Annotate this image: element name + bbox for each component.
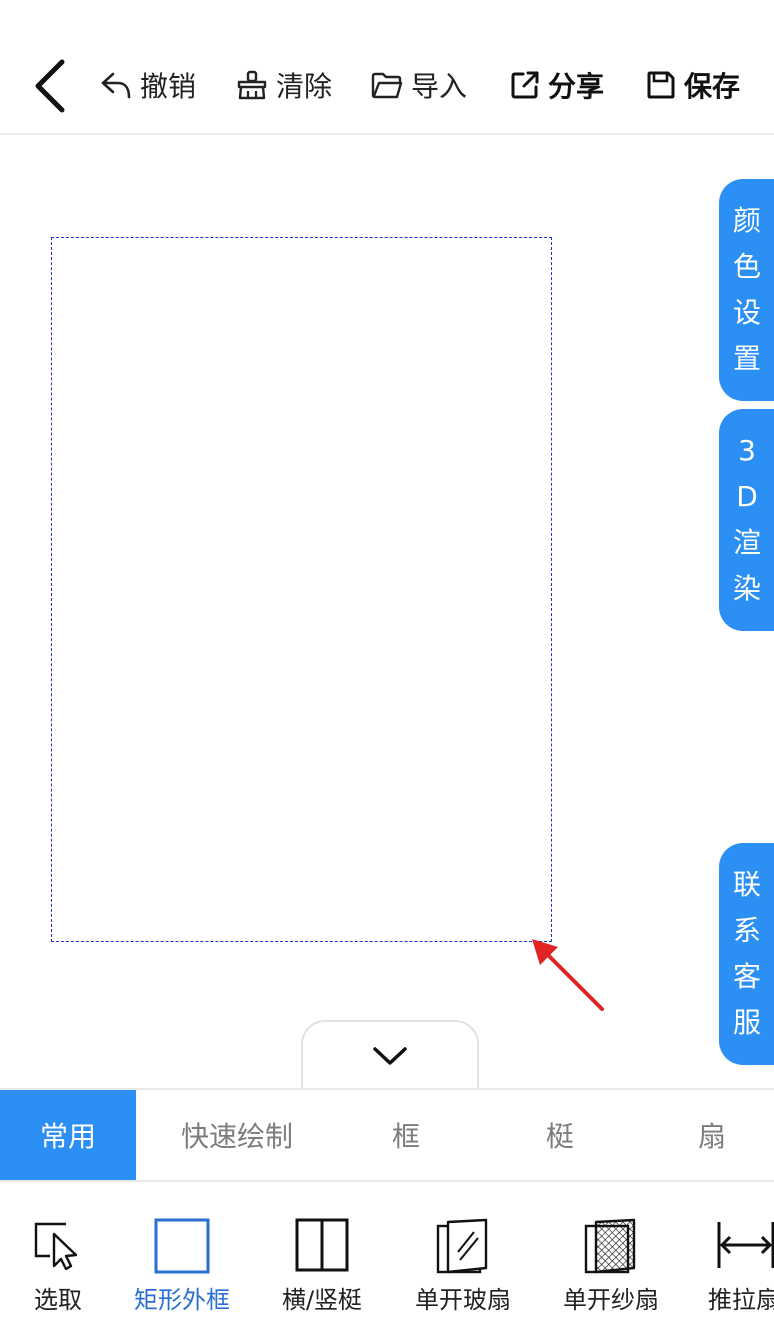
rectangle-frame-outline[interactable]: [51, 237, 552, 942]
undo-label: 撤销: [140, 70, 197, 103]
arrow-annotation-icon: [532, 939, 604, 1011]
screen-sash-icon: [584, 1218, 636, 1274]
pointer-icon: [34, 1222, 78, 1270]
side-tab-char: 系: [732, 914, 761, 947]
tab-quick-draw[interactable]: 快速绘制: [136, 1090, 338, 1180]
tab-label: 框: [391, 1120, 420, 1153]
share-button[interactable]: 分享: [510, 62, 604, 108]
tab-sash[interactable]: 扇: [644, 1090, 774, 1180]
save-label: 保存: [684, 70, 741, 103]
clear-label: 清除: [276, 70, 333, 103]
render-3d-tab[interactable]: 3 D 渲 染: [719, 409, 774, 631]
folder-icon: [371, 72, 403, 99]
side-tab-char: 色: [732, 250, 761, 283]
import-button[interactable]: 导入: [371, 62, 467, 108]
side-tab-char: 染: [732, 572, 761, 605]
undo-icon: [101, 72, 131, 99]
color-settings-tab[interactable]: 颜 色 设 置: [719, 179, 774, 401]
chevron-down-icon: [373, 1047, 407, 1065]
import-label: 导入: [411, 70, 468, 103]
tool-palette: 选取 矩形外框 横/竖梃 单开玻扇 单开纱扇 推拉扇: [0, 1182, 774, 1339]
tool-screen-sash[interactable]: 单开纱扇: [550, 1182, 672, 1339]
share-label: 分享: [548, 70, 605, 103]
tab-label: 扇: [697, 1120, 726, 1153]
side-tab-char: 客: [732, 960, 761, 993]
tool-rectangle-frame[interactable]: 矩形外框: [122, 1182, 242, 1339]
save-icon: [647, 71, 675, 99]
tool-sliding-sash[interactable]: 推拉扇: [696, 1182, 774, 1339]
tab-frame[interactable]: 框: [338, 1090, 474, 1180]
tab-label: 常用: [39, 1120, 96, 1153]
broom-icon: [237, 70, 267, 100]
back-button[interactable]: [28, 58, 72, 114]
tab-mullion[interactable]: 梃: [492, 1090, 628, 1180]
save-button[interactable]: 保存: [646, 62, 740, 108]
mullion-icon: [295, 1218, 349, 1272]
side-tab-char: 设: [732, 296, 761, 329]
side-tab-char: 颜: [732, 204, 761, 237]
glass-sash-icon: [436, 1218, 488, 1274]
clear-button[interactable]: 清除: [236, 62, 332, 108]
tab-label: 梃: [545, 1120, 574, 1153]
tool-label: 矩形外框: [134, 1286, 230, 1314]
side-tab-char: 联: [732, 868, 761, 901]
tool-label: 推拉扇: [708, 1286, 774, 1314]
share-icon: [511, 71, 539, 99]
side-tab-char: 服: [732, 1006, 761, 1039]
undo-button[interactable]: 撤销: [100, 62, 196, 108]
chevron-left-icon: [35, 59, 65, 113]
tool-select[interactable]: 选取: [8, 1182, 108, 1339]
side-tab-char: 置: [732, 342, 761, 375]
collapse-panel-button[interactable]: [301, 1020, 479, 1090]
side-tab-char: 渲: [732, 526, 761, 559]
tool-label: 横/竖梃: [281, 1286, 363, 1314]
category-tabs: 常用 快速绘制 框 梃 扇: [0, 1088, 774, 1182]
contact-service-tab[interactable]: 联 系 客 服: [719, 843, 774, 1065]
tab-label: 快速绘制: [180, 1120, 293, 1153]
tool-label: 单开玻扇: [415, 1286, 511, 1314]
sliding-sash-icon: [717, 1222, 774, 1268]
rectangle-frame-icon: [154, 1218, 210, 1274]
tab-common[interactable]: 常用: [0, 1090, 136, 1180]
tool-mullion[interactable]: 横/竖梃: [262, 1182, 382, 1339]
tool-label: 单开纱扇: [563, 1286, 659, 1314]
tool-glass-sash[interactable]: 单开玻扇: [402, 1182, 524, 1339]
side-tab-char: 3: [738, 434, 756, 467]
top-toolbar: 撤销 清除 导入 分享 保存: [0, 0, 774, 135]
side-tab-char: D: [736, 480, 758, 513]
tool-label: 选取: [34, 1286, 82, 1314]
drawing-canvas[interactable]: [0, 137, 774, 1087]
